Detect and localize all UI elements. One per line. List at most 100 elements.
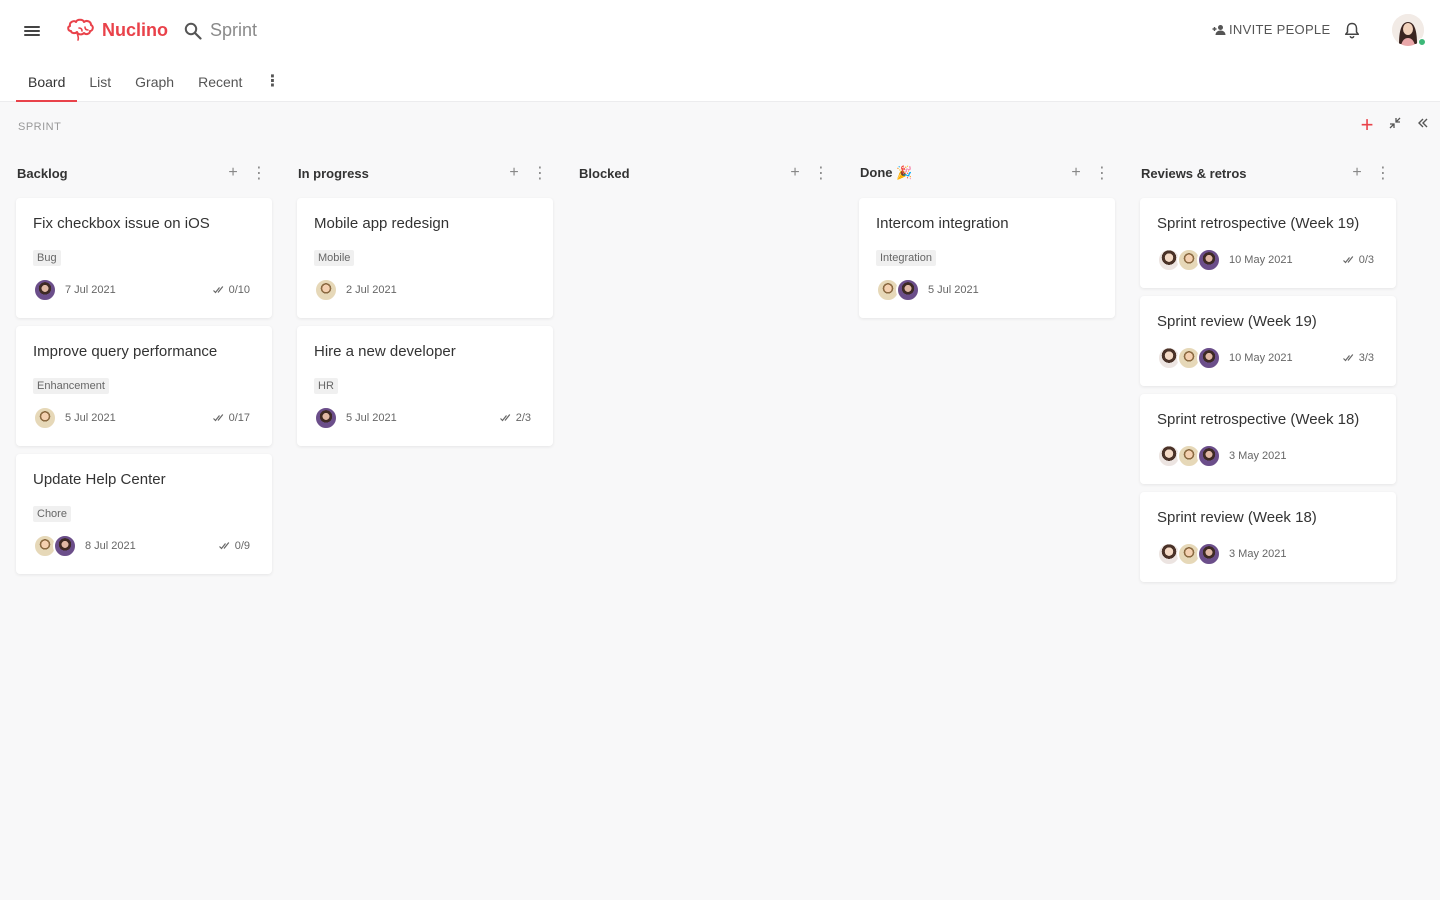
card-title: Sprint retrospective (Week 18) [1157,411,1360,428]
collapse-sidebar-icon[interactable] [1416,116,1430,134]
invite-people-label: INVITE PEOPLE [1229,22,1331,37]
card[interactable]: Sprint review (Week 18) 3 May 2021 [1140,492,1396,582]
menu-icon[interactable] [24,24,40,38]
column-menu-icon[interactable]: ⋮ [808,163,834,183]
card-tag: Enhancement [33,378,109,394]
avatar [314,406,338,430]
avatar [1197,444,1221,468]
tab-recent[interactable]: Recent [186,62,254,102]
column-done: Done 🎉 + ⋮ Intercom integration Integrat… [859,160,1115,590]
card[interactable]: Update Help Center Chore 8 Jul 2021 0/9 [16,454,272,574]
user-avatar[interactable] [1392,14,1426,46]
card[interactable]: Intercom integration Integration 5 Jul 2… [859,198,1115,318]
avatar [1197,248,1221,272]
tab-board[interactable]: Board [16,62,78,102]
app-name: Nuclino [102,19,168,40]
add-person-icon [1212,24,1226,35]
card-tag: Bug [33,250,61,266]
card-date: 2 Jul 2021 [346,284,397,296]
card-date: 7 Jul 2021 [65,284,116,296]
card-title: Update Help Center [33,471,166,488]
add-card-icon[interactable]: + [1063,164,1089,182]
add-card-icon[interactable]: + [501,164,527,182]
search-box [184,20,410,41]
card-date: 5 Jul 2021 [928,284,979,296]
search-icon [184,22,202,40]
avatar [33,278,57,302]
add-card-icon[interactable]: + [782,164,808,182]
top-bar: Nuclino INVITE PEOPLE Board [0,0,1440,102]
card[interactable]: Improve query performance Enhancement 5 … [16,326,272,446]
column-title: In progress [298,165,369,181]
card-title: Intercom integration [876,215,1009,232]
double-check-icon [212,414,223,422]
column-menu-icon[interactable]: ⋮ [246,163,272,183]
column-reviews-retros: Reviews & retros + ⋮ Sprint retrospectiv… [1140,160,1396,590]
double-check-icon [212,286,223,294]
column-in-progress: In progress + ⋮ Mobile app redesign Mobi… [297,160,553,590]
card-tag: Mobile [314,250,355,266]
card-date: 5 Jul 2021 [346,412,397,424]
card-title: Sprint review (Week 18) [1157,509,1317,526]
collapse-icon[interactable] [1388,116,1402,134]
double-check-icon [218,542,229,550]
card[interactable]: Sprint retrospective (Week 19) 10 May 20… [1140,198,1396,288]
online-status-dot [1418,38,1426,46]
checklist-progress: 3/3 [1342,352,1374,364]
party-popper-icon: 🎉 [896,165,913,180]
avatar [314,278,338,302]
board-columns: Backlog + ⋮ Fix checkbox issue on iOS Bu… [16,160,1396,590]
notifications-button[interactable] [1344,22,1360,44]
double-check-icon [1342,354,1353,362]
avatar [1197,346,1221,370]
checklist-progress: 2/3 [499,412,531,424]
card-date: 10 May 2021 [1229,352,1293,364]
card-tag: Chore [33,506,71,522]
column-menu-icon[interactable]: ⋮ [1370,163,1396,183]
card[interactable]: Fix checkbox issue on iOS Bug 7 Jul 2021… [16,198,272,318]
column-menu-icon[interactable]: ⋮ [527,163,553,183]
card-tag: Integration [876,250,936,266]
column-title: Blocked [579,165,630,181]
column-title: Done 🎉 [860,165,913,180]
card-title: Hire a new developer [314,343,456,360]
board-actions: + [1360,114,1430,136]
card[interactable]: Sprint retrospective (Week 18) 3 May 202… [1140,394,1396,484]
tab-list[interactable]: List [77,62,123,102]
avatar [33,406,57,430]
checklist-progress: 0/3 [1342,254,1374,266]
card-title: Mobile app redesign [314,215,450,232]
card[interactable]: Hire a new developer HR 5 Jul 2021 2/3 [297,326,553,446]
card-date: 10 May 2021 [1229,254,1293,266]
card-title: Sprint retrospective (Week 19) [1157,215,1360,232]
add-column-icon[interactable]: + [1360,114,1374,136]
column-backlog: Backlog + ⋮ Fix checkbox issue on iOS Bu… [16,160,272,590]
double-check-icon [1342,256,1353,264]
tab-graph[interactable]: Graph [123,62,186,102]
add-card-icon[interactable]: + [220,164,246,182]
card-date: 8 Jul 2021 [85,540,136,552]
avatar [53,534,77,558]
more-views-icon[interactable]: ⋮ [254,62,290,102]
invite-people-button[interactable]: INVITE PEOPLE [1212,22,1330,37]
checklist-progress: 0/17 [212,412,250,424]
column-blocked: Blocked + ⋮ [578,160,834,590]
column-title: Reviews & retros [1141,165,1247,181]
checklist-progress: 0/9 [218,540,250,552]
avatar [896,278,920,302]
board-title: SPRINT [18,121,62,133]
card-date: 3 May 2021 [1229,548,1287,560]
app-logo[interactable]: Nuclino [66,18,168,42]
bell-icon [1344,22,1360,39]
card-title: Improve query performance [33,343,218,360]
column-title: Backlog [17,165,68,181]
card[interactable]: Sprint review (Week 19) 10 May 2021 3/3 [1140,296,1396,386]
add-card-icon[interactable]: + [1344,164,1370,182]
column-menu-icon[interactable]: ⋮ [1089,163,1115,183]
search-input[interactable] [210,20,410,41]
card-date: 3 May 2021 [1229,450,1287,462]
card-date: 5 Jul 2021 [65,412,116,424]
double-check-icon [499,414,510,422]
card-title: Sprint review (Week 19) [1157,313,1317,330]
card[interactable]: Mobile app redesign Mobile 2 Jul 2021 [297,198,553,318]
